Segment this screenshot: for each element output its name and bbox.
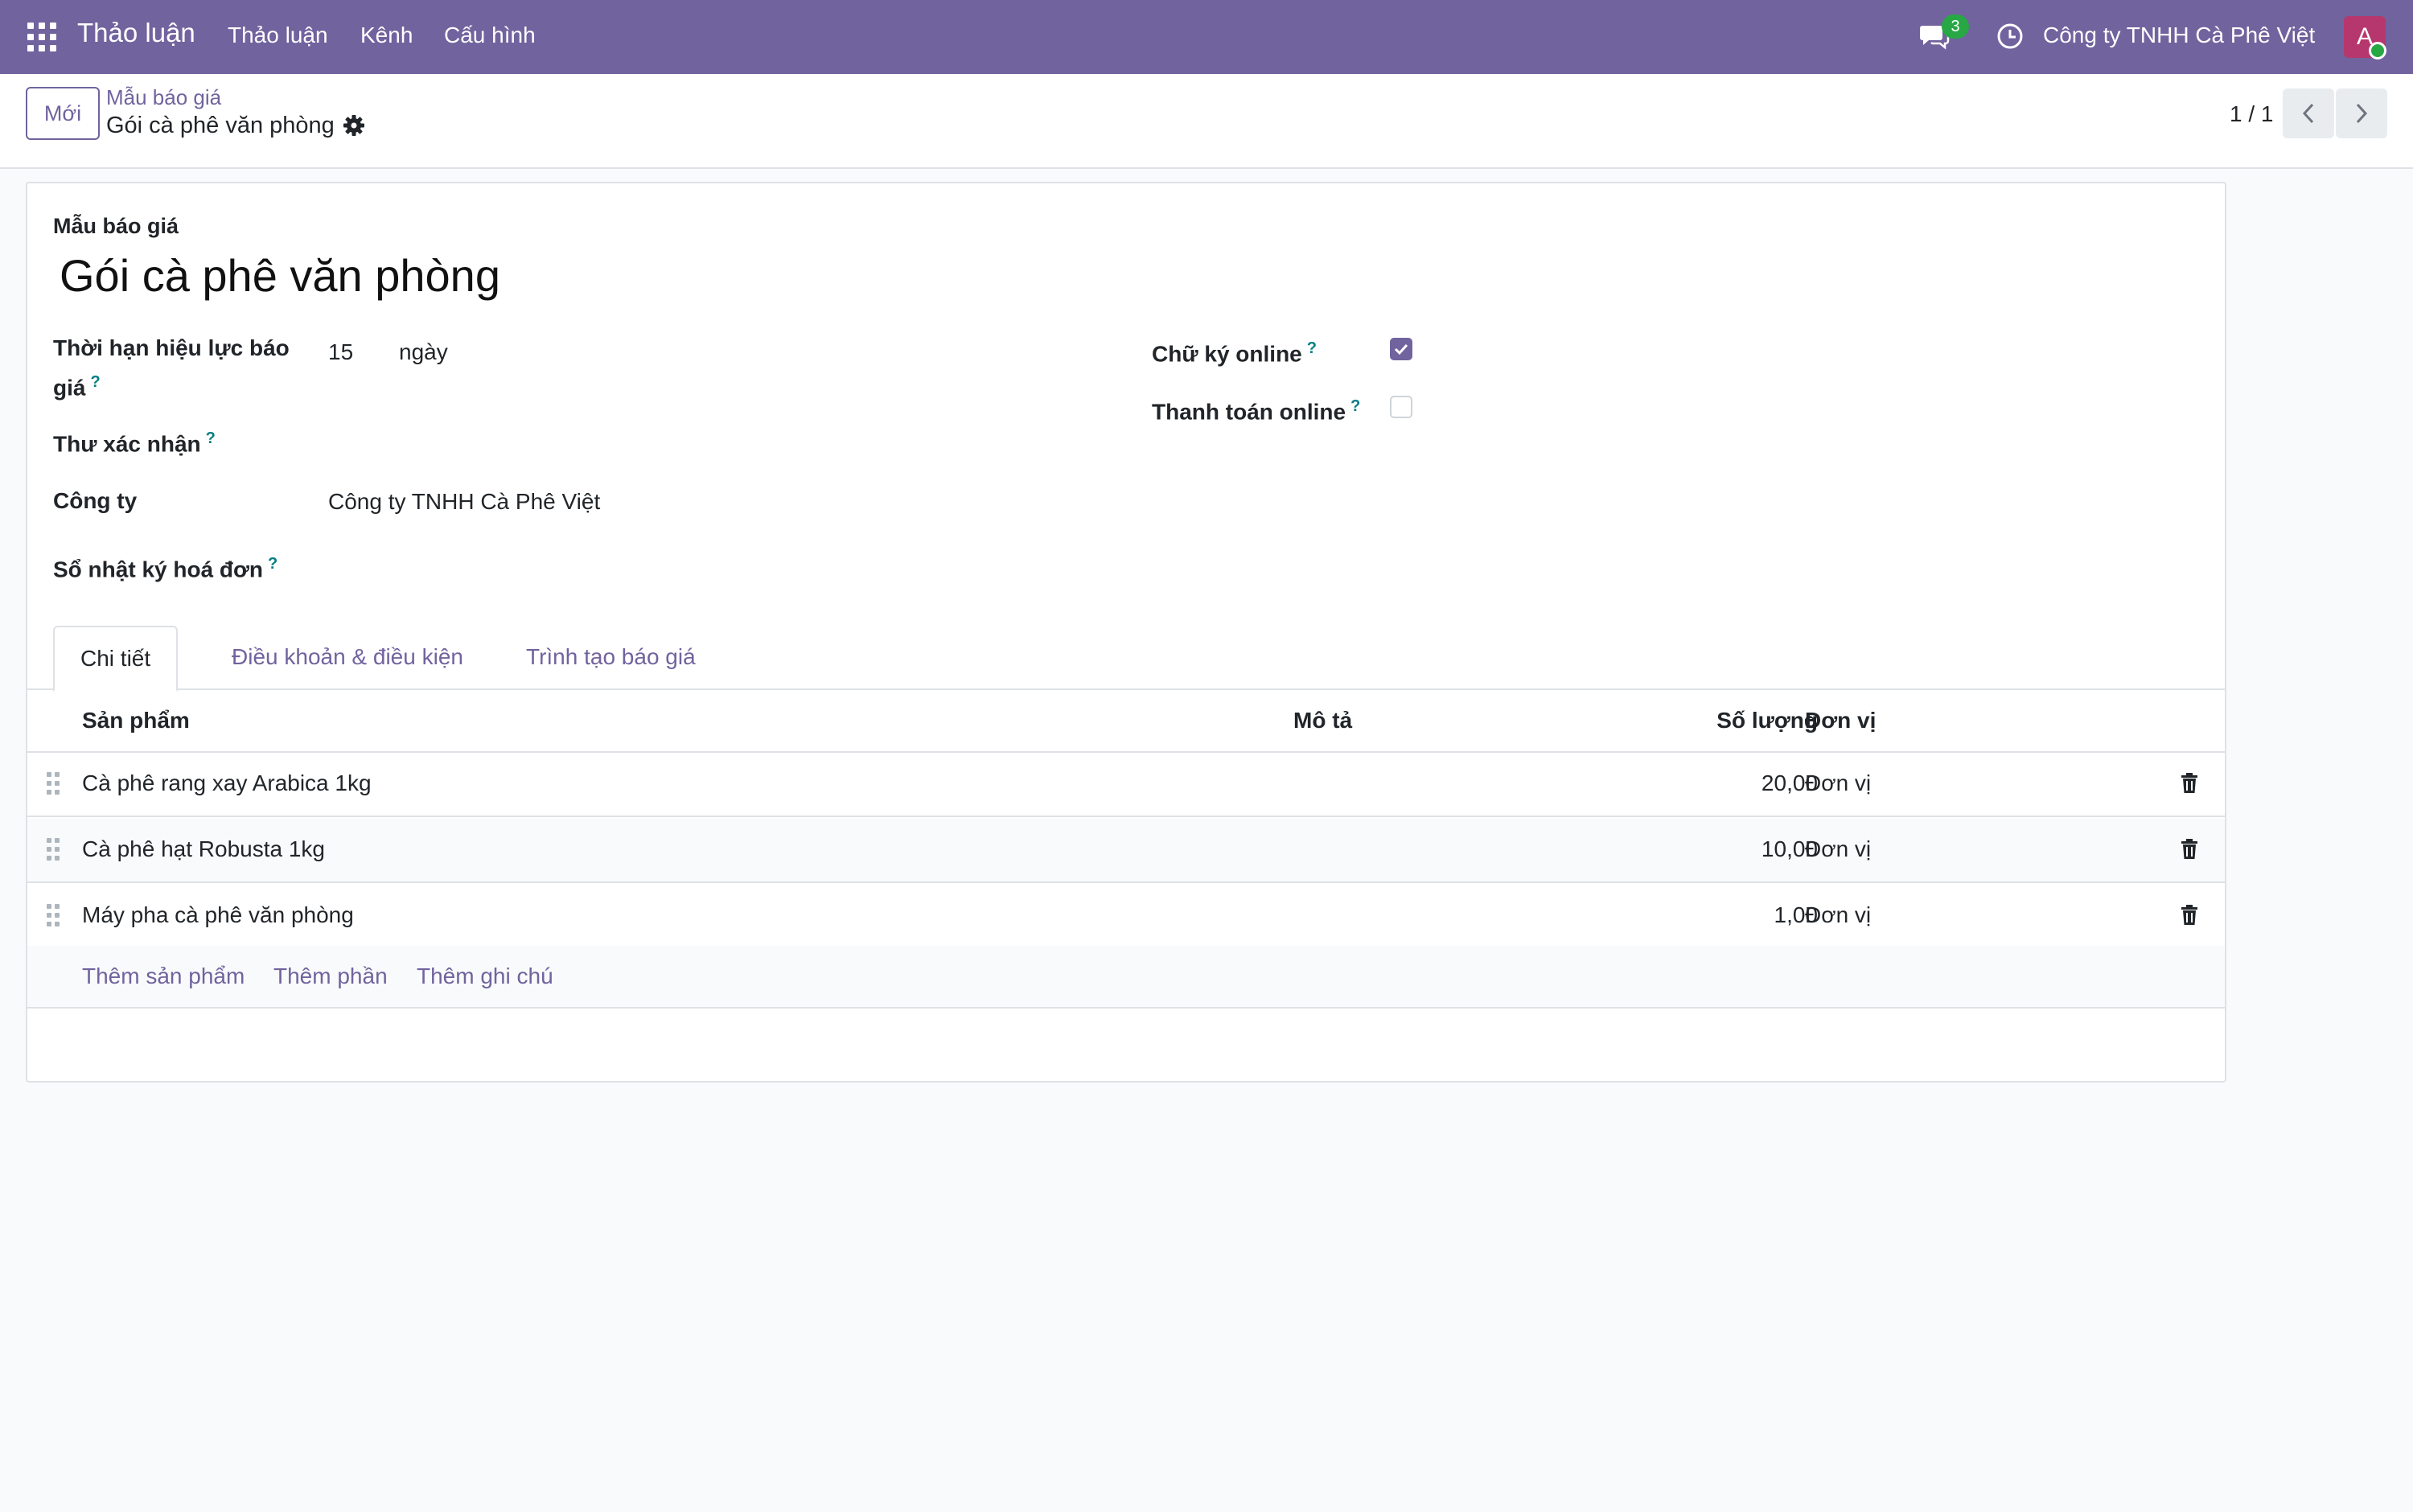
column-quantity[interactable]: Số lượng — [1697, 708, 1818, 733]
trash-icon[interactable] — [2180, 904, 2199, 931]
company-label: Công ty — [53, 488, 138, 513]
chevron-right-icon — [2356, 103, 2368, 124]
gear-icon[interactable] — [343, 114, 365, 141]
add-section-link[interactable]: Thêm phần — [273, 963, 388, 989]
form-sheet: Mẫu báo giá Gói cà phê văn phòng Thời hạ… — [26, 182, 2226, 1083]
journal-label: Sổ nhật ký hoá đơn? — [53, 547, 277, 586]
breadcrumb-parent-link[interactable]: Mẫu báo giá — [106, 85, 221, 110]
column-uom[interactable]: Đơn vị — [1805, 708, 1876, 733]
row-quantity[interactable]: 20,00 — [1657, 770, 1818, 796]
table-row[interactable]: Máy pha cà phê văn phòng 1,00 Đơn vị — [27, 885, 2225, 949]
control-panel: Mới Mẫu báo giá Gói cà phê văn phòng 1 /… — [0, 74, 2413, 169]
messages-count-badge: 3 — [1942, 14, 1969, 39]
model-label: Mẫu báo giá — [53, 214, 179, 238]
table-row[interactable]: Cà phê hạt Robusta 1kg 10,00 Đơn vị — [27, 819, 2225, 883]
add-product-link[interactable]: Thêm sản phẩm — [82, 963, 245, 989]
pager-previous-button[interactable] — [2283, 88, 2334, 138]
validity-label-line1: Thời hạn hiệu lực báo — [53, 335, 290, 360]
row-uom[interactable]: Đơn vị — [1805, 902, 1871, 928]
tab-quote-builder[interactable]: Trình tạo báo giá — [500, 626, 721, 690]
online-status-dot — [2369, 42, 2386, 60]
company-switcher[interactable]: Công ty TNHH Cà Phê Việt — [2043, 23, 2315, 48]
online-signature-label-text: Chữ ký online — [1152, 341, 1302, 367]
pager-value[interactable]: 1 / 1 — [2230, 101, 2273, 127]
validity-unit: ngày — [399, 339, 448, 364]
app-title[interactable]: Thảo luận — [77, 18, 195, 48]
activity-clock-icon[interactable] — [1996, 23, 2024, 54]
notebook-tabs: Chi tiết Điều khoản & điều kiện Trình tạ… — [27, 626, 2225, 692]
online-signature-help-icon[interactable]: ? — [1307, 339, 1317, 357]
row-quantity[interactable]: 1,00 — [1657, 902, 1819, 928]
row-quantity[interactable]: 10,00 — [1657, 836, 1818, 862]
lines-table-header: Sản phẩm Mô tả Số lượng Đơn vị — [27, 692, 2225, 753]
online-signature-label: Chữ ký online? — [1152, 331, 1317, 371]
validity-days-input[interactable]: 15 — [328, 339, 353, 365]
menu-configuration[interactable]: Cấu hình — [444, 23, 536, 48]
breadcrumb-current: Gói cà phê văn phòng — [106, 113, 335, 138]
validity-help-icon[interactable]: ? — [90, 373, 100, 391]
row-product[interactable]: Cà phê hạt Robusta 1kg — [82, 836, 325, 862]
validity-label-line2: giá — [53, 375, 86, 401]
online-payment-label: Thanh toán online? — [1152, 389, 1360, 429]
column-product[interactable]: Sản phẩm — [82, 708, 190, 733]
column-description[interactable]: Mô tả — [1293, 708, 1352, 733]
online-payment-label-text: Thanh toán online — [1152, 399, 1346, 425]
add-line-row: Thêm sản phẩm Thêm phần Thêm ghi chú — [27, 946, 2225, 1009]
chevron-left-icon — [2302, 103, 2314, 124]
confirmation-mail-help-icon[interactable]: ? — [206, 429, 216, 447]
online-payment-checkbox[interactable] — [1390, 396, 1412, 418]
pager-next-button[interactable] — [2336, 88, 2387, 138]
row-uom[interactable]: Đơn vị — [1805, 770, 1871, 796]
drag-handle-icon[interactable] — [47, 904, 61, 928]
company-field[interactable]: Công ty TNHH Cà Phê Việt — [328, 489, 600, 515]
online-payment-help-icon[interactable]: ? — [1350, 397, 1360, 415]
journal-label-text: Sổ nhật ký hoá đơn — [53, 557, 264, 582]
confirmation-mail-label: Thư xác nhận? — [53, 421, 216, 461]
top-navbar: Thảo luận Thảo luận Kênh Cấu hình 3 Công… — [0, 0, 2413, 74]
trash-icon[interactable] — [2180, 772, 2199, 799]
row-product[interactable]: Cà phê rang xay Arabica 1kg — [82, 770, 372, 796]
confirmation-mail-label-text: Thư xác nhận — [53, 431, 201, 457]
apps-menu-icon[interactable] — [27, 23, 56, 51]
drag-handle-icon[interactable] — [47, 838, 61, 862]
drag-handle-icon[interactable] — [47, 772, 61, 796]
add-note-link[interactable]: Thêm ghi chú — [417, 963, 553, 989]
row-product[interactable]: Máy pha cà phê văn phòng — [82, 902, 354, 928]
row-uom[interactable]: Đơn vị — [1805, 836, 1871, 862]
tab-details[interactable]: Chi tiết — [53, 626, 179, 692]
new-button[interactable]: Mới — [26, 87, 100, 140]
journal-help-icon[interactable]: ? — [268, 555, 277, 573]
online-signature-checkbox[interactable] — [1390, 338, 1412, 360]
menu-channels[interactable]: Kênh — [360, 23, 413, 48]
template-name-field[interactable]: Gói cà phê văn phòng — [60, 249, 500, 302]
menu-discuss[interactable]: Thảo luận — [228, 23, 328, 48]
trash-icon[interactable] — [2180, 838, 2199, 865]
tab-terms-conditions[interactable]: Điều khoản & điều kiện — [206, 626, 489, 690]
checkmark-icon — [1394, 343, 1408, 355]
validity-label: Thời hạn hiệu lực báo giá? — [53, 331, 290, 405]
table-row[interactable]: Cà phê rang xay Arabica 1kg 20,00 Đơn vị — [27, 753, 2225, 817]
